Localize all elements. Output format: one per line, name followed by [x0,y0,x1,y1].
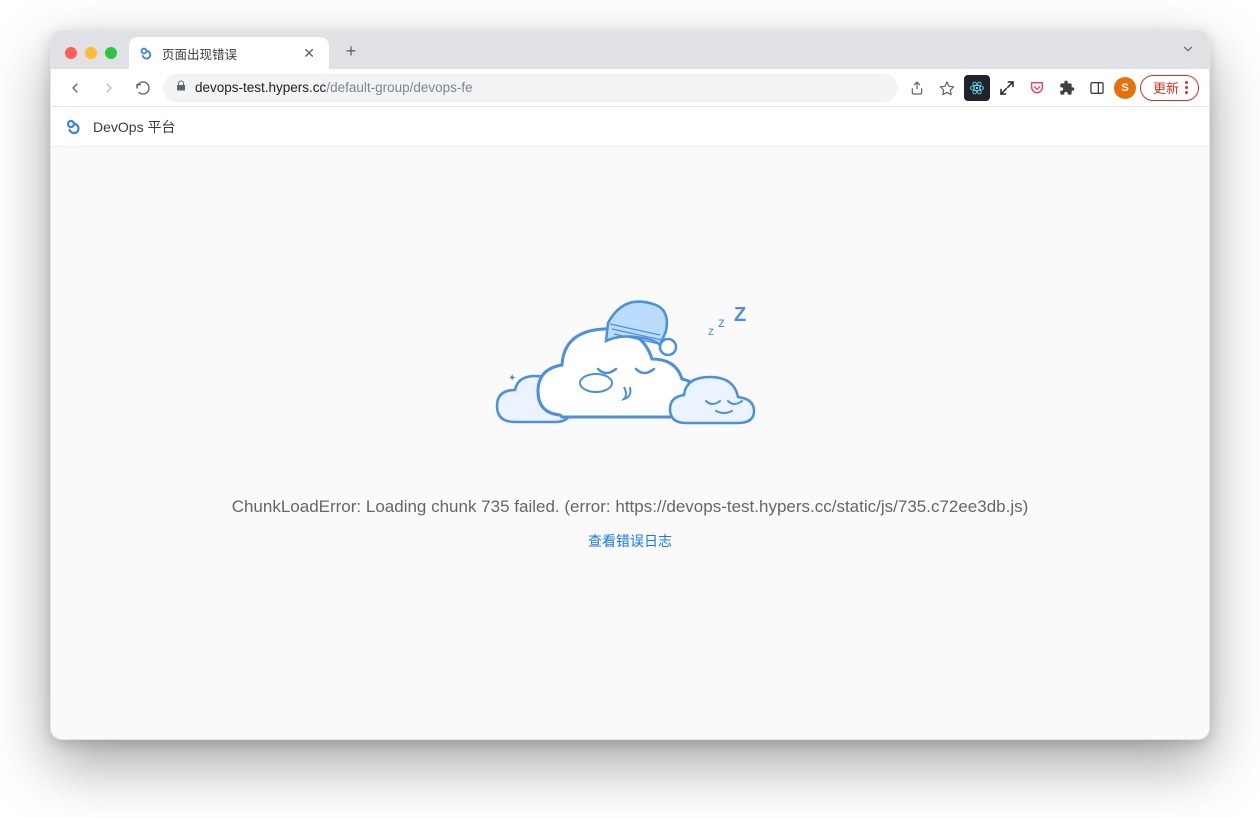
svg-text:z: z [718,314,725,330]
profile-avatar[interactable]: S [1114,77,1136,99]
window-maximize-button[interactable] [105,47,117,59]
share-icon[interactable] [904,75,930,101]
tab-close-button[interactable]: ✕ [299,44,319,62]
svg-text:✦: ✦ [508,373,516,384]
avatar-letter: S [1121,82,1128,94]
new-tab-button[interactable]: + [337,37,365,65]
sleeping-cloud-illustration: z z Z ✦ [490,287,770,447]
menu-dots-icon [1185,81,1188,94]
lock-icon [175,80,187,95]
app-title: DevOps 平台 [93,117,175,137]
tab-strip: 页面出现错误 ✕ + [51,31,1209,69]
expand-icon[interactable] [994,75,1020,101]
url-text: devops-test.hypers.cc/default-group/devo… [195,80,473,95]
window-controls [59,47,123,69]
toolbar-right: S 更新 [904,75,1199,101]
address-bar[interactable]: devops-test.hypers.cc/default-group/devo… [163,74,898,102]
svg-text:z: z [708,324,714,338]
browser-update-button[interactable]: 更新 [1140,75,1199,101]
pocket-icon[interactable] [1024,75,1050,101]
browser-window: 页面出现错误 ✕ + devops-test.hypers.cc/default… [50,30,1210,740]
error-page: z z Z ✦ ChunkLoadError: Loading chunk 73… [51,147,1209,739]
svg-text:Z: Z [734,304,746,326]
error-message: ChunkLoadError: Loading chunk 735 failed… [232,497,1029,517]
sidepanel-icon[interactable] [1084,75,1110,101]
extensions-puzzle-icon[interactable] [1054,75,1080,101]
tabs-overflow-button[interactable] [1181,42,1195,61]
bookmark-star-icon[interactable] [934,75,960,101]
nav-back-button[interactable] [61,74,89,102]
window-minimize-button[interactable] [85,47,97,59]
nav-forward-button[interactable] [95,74,123,102]
window-close-button[interactable] [65,47,77,59]
view-error-log-link[interactable]: 查看错误日志 [588,531,672,551]
browser-tab[interactable]: 页面出现错误 ✕ [129,37,329,69]
react-devtools-icon[interactable] [964,75,990,101]
tab-title: 页面出现错误 [162,44,237,63]
app-logo-icon [65,118,83,136]
tab-favicon-icon [139,46,154,61]
nav-reload-button[interactable] [129,74,157,102]
url-host: devops-test.hypers.cc [195,80,326,95]
url-path: /default-group/devops-fe [326,80,472,95]
app-header: DevOps 平台 [51,107,1209,147]
browser-toolbar: devops-test.hypers.cc/default-group/devo… [51,69,1209,107]
update-label: 更新 [1153,78,1179,97]
